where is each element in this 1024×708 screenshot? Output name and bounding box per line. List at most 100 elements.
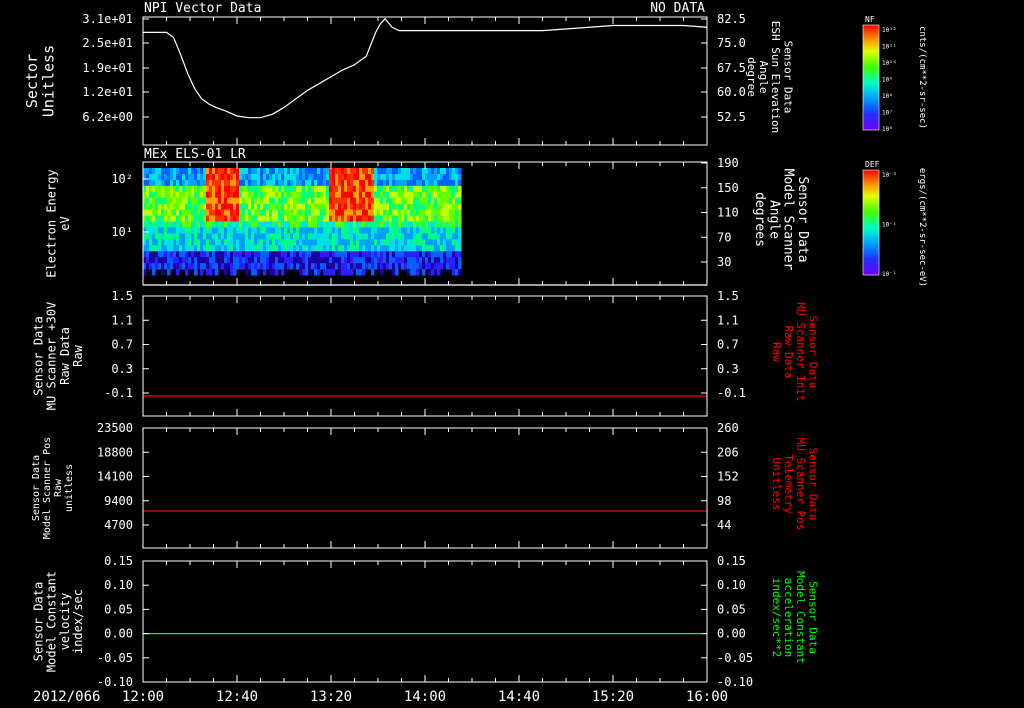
- heatmap-cell: [263, 245, 267, 252]
- heatmap-cell: [455, 245, 459, 252]
- heatmap-cell: [302, 168, 306, 175]
- heatmap-cell: [254, 251, 258, 258]
- heatmap-cell: [395, 263, 399, 270]
- heatmap-cell: [401, 227, 405, 234]
- heatmap-cell: [350, 245, 354, 252]
- heatmap-cell: [212, 173, 216, 181]
- heatmap-cell: [344, 203, 348, 211]
- heatmap-cell: [323, 245, 327, 252]
- heatmap-cell: [209, 269, 213, 276]
- heatmap-cell: [413, 245, 417, 252]
- heatmap-cell: [422, 191, 426, 199]
- heatmap-cell: [167, 245, 171, 252]
- heatmap-cell: [422, 245, 426, 252]
- heatmap-cell: [296, 173, 300, 181]
- heatmap-cell: [296, 197, 300, 205]
- heatmap-cell: [155, 221, 159, 228]
- heatmap-cell: [353, 215, 357, 222]
- heatmap-cell: [269, 179, 273, 187]
- heatmap-cell: [416, 209, 420, 217]
- heatmap-cell: [170, 173, 174, 181]
- heatmap-cell: [428, 251, 432, 258]
- heatmap-cell: [302, 203, 306, 211]
- heatmap-cell: [272, 179, 276, 187]
- heatmap-cell: [185, 191, 189, 199]
- heatmap-cell: [296, 227, 300, 234]
- heatmap-cell: [185, 263, 189, 270]
- heatmap-cell: [437, 173, 441, 181]
- heatmap-cell: [272, 173, 276, 181]
- heatmap-cell: [167, 221, 171, 228]
- heatmap-cell: [410, 227, 414, 234]
- heatmap-cell: [311, 203, 315, 211]
- heatmap-cell: [311, 179, 315, 187]
- heatmap-cell: [446, 257, 450, 264]
- heatmap-cell: [224, 185, 228, 193]
- heatmap-cell: [158, 233, 162, 240]
- heatmap-cell: [392, 173, 396, 181]
- heatmap-cell: [182, 203, 186, 211]
- heatmap-cell: [425, 203, 429, 211]
- heatmap-cell: [275, 173, 279, 181]
- heatmap-cell: [431, 251, 435, 258]
- heatmap-cell: [344, 263, 348, 270]
- heatmap-cell: [347, 203, 351, 211]
- y-left-tick-label: 0.00: [104, 627, 133, 641]
- heatmap-cell: [158, 239, 162, 246]
- heatmap-cell: [245, 269, 249, 276]
- heatmap-cell: [245, 215, 249, 222]
- heatmap-cell: [317, 263, 321, 270]
- heatmap-cell: [215, 257, 219, 264]
- heatmap-cell: [224, 245, 228, 252]
- colorbar-unit-line: ergs/(cm**2-sr-sec-eV): [917, 168, 927, 287]
- heatmap-cell: [443, 203, 447, 211]
- heatmap-cell: [146, 179, 150, 187]
- heatmap-cell: [182, 185, 186, 193]
- heatmap-cell: [158, 197, 162, 205]
- heatmap-cell: [215, 191, 219, 199]
- y-right-tick-label: 82.5: [717, 12, 746, 26]
- heatmap-cell: [230, 245, 234, 252]
- heatmap-cell: [428, 245, 432, 252]
- heatmap-cell: [365, 197, 369, 205]
- heatmap-cell: [191, 185, 195, 193]
- heatmap-cell: [350, 257, 354, 264]
- heatmap-cell: [341, 239, 345, 246]
- heatmap-cell: [317, 215, 321, 222]
- heatmap-cell: [431, 233, 435, 240]
- heatmap-cell: [293, 203, 297, 211]
- heatmap-cell: [386, 179, 390, 187]
- heatmap-cell: [449, 239, 453, 246]
- heatmap-cell: [326, 251, 330, 258]
- heatmap-cell: [212, 179, 216, 187]
- heatmap-cell: [167, 179, 171, 187]
- heatmap-cell: [281, 197, 285, 205]
- heatmap-cell: [263, 263, 267, 270]
- heatmap-cell: [176, 191, 180, 199]
- colorbar-tick-label: 10⁷: [882, 110, 893, 117]
- heatmap-cell: [428, 168, 432, 175]
- heatmap-cell: [200, 227, 204, 234]
- heatmap-cell: [269, 197, 273, 205]
- heatmap-cell: [260, 251, 264, 258]
- heatmap-cell: [284, 203, 288, 211]
- heatmap-cell: [164, 197, 168, 205]
- heatmap-cell: [386, 168, 390, 175]
- heatmap-cell: [344, 215, 348, 222]
- heatmap-cell: [149, 257, 153, 264]
- heatmap-cell: [389, 257, 393, 264]
- heatmap-cell: [263, 239, 267, 246]
- heatmap-cell: [227, 185, 231, 193]
- heatmap-cell: [317, 251, 321, 258]
- heatmap-cell: [407, 168, 411, 175]
- heatmap-cell: [242, 215, 246, 222]
- heatmap-cell: [194, 245, 198, 252]
- heatmap-cell: [353, 191, 357, 199]
- heatmap-cell: [389, 215, 393, 222]
- heatmap-cell: [173, 173, 177, 181]
- heatmap-cell: [281, 215, 285, 222]
- heatmap-cell: [398, 257, 402, 264]
- heatmap-cell: [248, 179, 252, 187]
- heatmap-cell: [368, 239, 372, 246]
- heatmap-cell: [194, 197, 198, 205]
